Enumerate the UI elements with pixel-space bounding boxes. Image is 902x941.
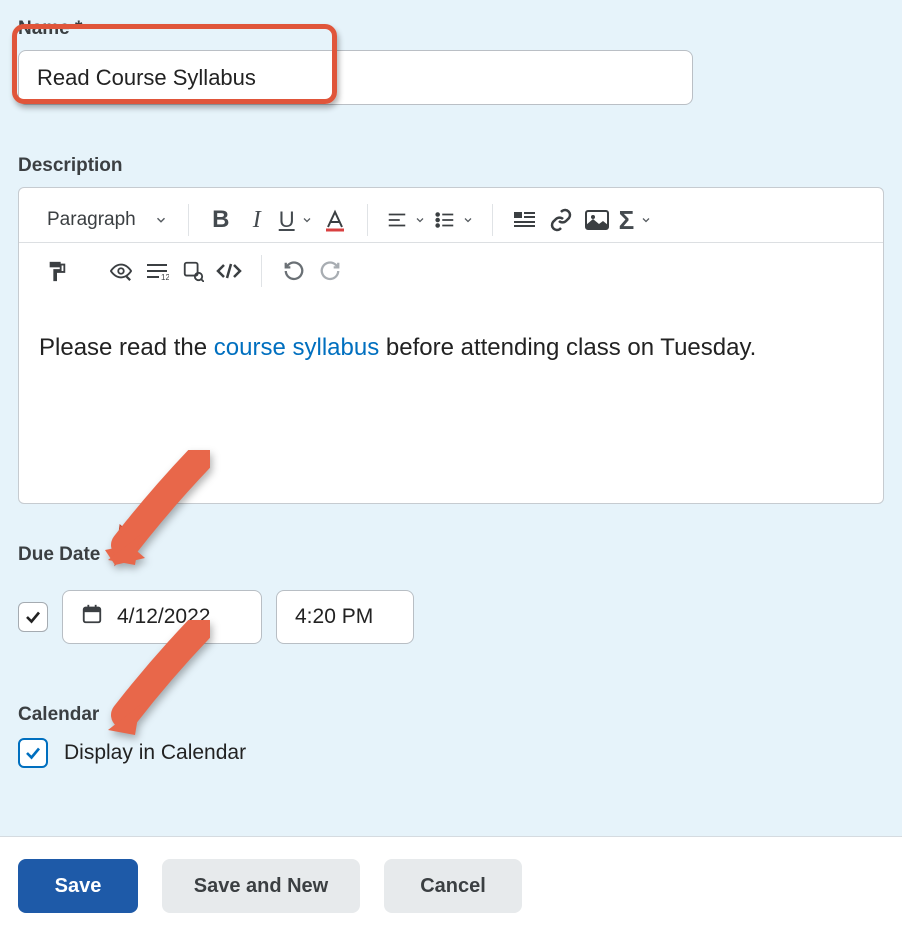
chevron-down-icon: [154, 213, 168, 227]
content-text: before attending class on Tuesday.: [379, 334, 756, 361]
name-label: Name *: [18, 18, 884, 40]
button-bar: Save Save and New Cancel: [0, 837, 902, 941]
description-label: Description: [18, 155, 884, 177]
rich-text-editor: Paragraph B I U: [18, 187, 884, 504]
list-button[interactable]: [430, 202, 478, 238]
svg-text:123: 123: [161, 273, 169, 281]
accessibility-check-button[interactable]: [103, 253, 139, 289]
due-date-checkbox[interactable]: [18, 602, 48, 632]
editor-content-area[interactable]: Please read the course syllabus before a…: [19, 303, 883, 503]
chevron-down-icon: [301, 214, 313, 226]
font-color-button[interactable]: [317, 202, 353, 238]
source-code-button[interactable]: [211, 253, 247, 289]
equation-button[interactable]: Σ: [615, 202, 657, 238]
display-calendar-label: Display in Calendar: [64, 741, 246, 765]
link-button[interactable]: [543, 202, 579, 238]
cancel-button[interactable]: Cancel: [384, 859, 522, 913]
due-date-label: Due Date: [18, 544, 884, 566]
content-text: Please read the: [39, 334, 214, 361]
display-calendar-checkbox[interactable]: [18, 738, 48, 768]
chevron-down-icon: [414, 214, 426, 226]
insert-stuff-button[interactable]: [507, 202, 543, 238]
due-date-value: 4/12/2022: [117, 605, 210, 629]
name-input[interactable]: [18, 50, 693, 105]
redo-button[interactable]: [312, 253, 348, 289]
paragraph-style-select[interactable]: Paragraph: [47, 209, 174, 231]
underline-button[interactable]: U: [275, 202, 317, 238]
chevron-down-icon: [462, 214, 474, 226]
content-link[interactable]: course syllabus: [214, 334, 379, 361]
undo-button[interactable]: [276, 253, 312, 289]
due-date-picker[interactable]: 4/12/2022: [62, 590, 262, 644]
save-and-new-button[interactable]: Save and New: [162, 859, 360, 913]
bold-button[interactable]: B: [203, 202, 239, 238]
format-painter-button[interactable]: [39, 253, 75, 289]
save-button[interactable]: Save: [18, 859, 138, 913]
chevron-down-icon: [640, 214, 652, 226]
paragraph-style-label: Paragraph: [47, 209, 136, 231]
word-count-button[interactable]: 123: [139, 253, 175, 289]
image-button[interactable]: [579, 202, 615, 238]
due-time-picker[interactable]: 4:20 PM: [276, 590, 414, 644]
due-time-value: 4:20 PM: [295, 605, 373, 629]
calendar-label: Calendar: [18, 704, 884, 726]
preview-button[interactable]: [175, 253, 211, 289]
italic-button[interactable]: I: [239, 202, 275, 238]
align-button[interactable]: [382, 202, 430, 238]
calendar-icon: [81, 603, 103, 631]
